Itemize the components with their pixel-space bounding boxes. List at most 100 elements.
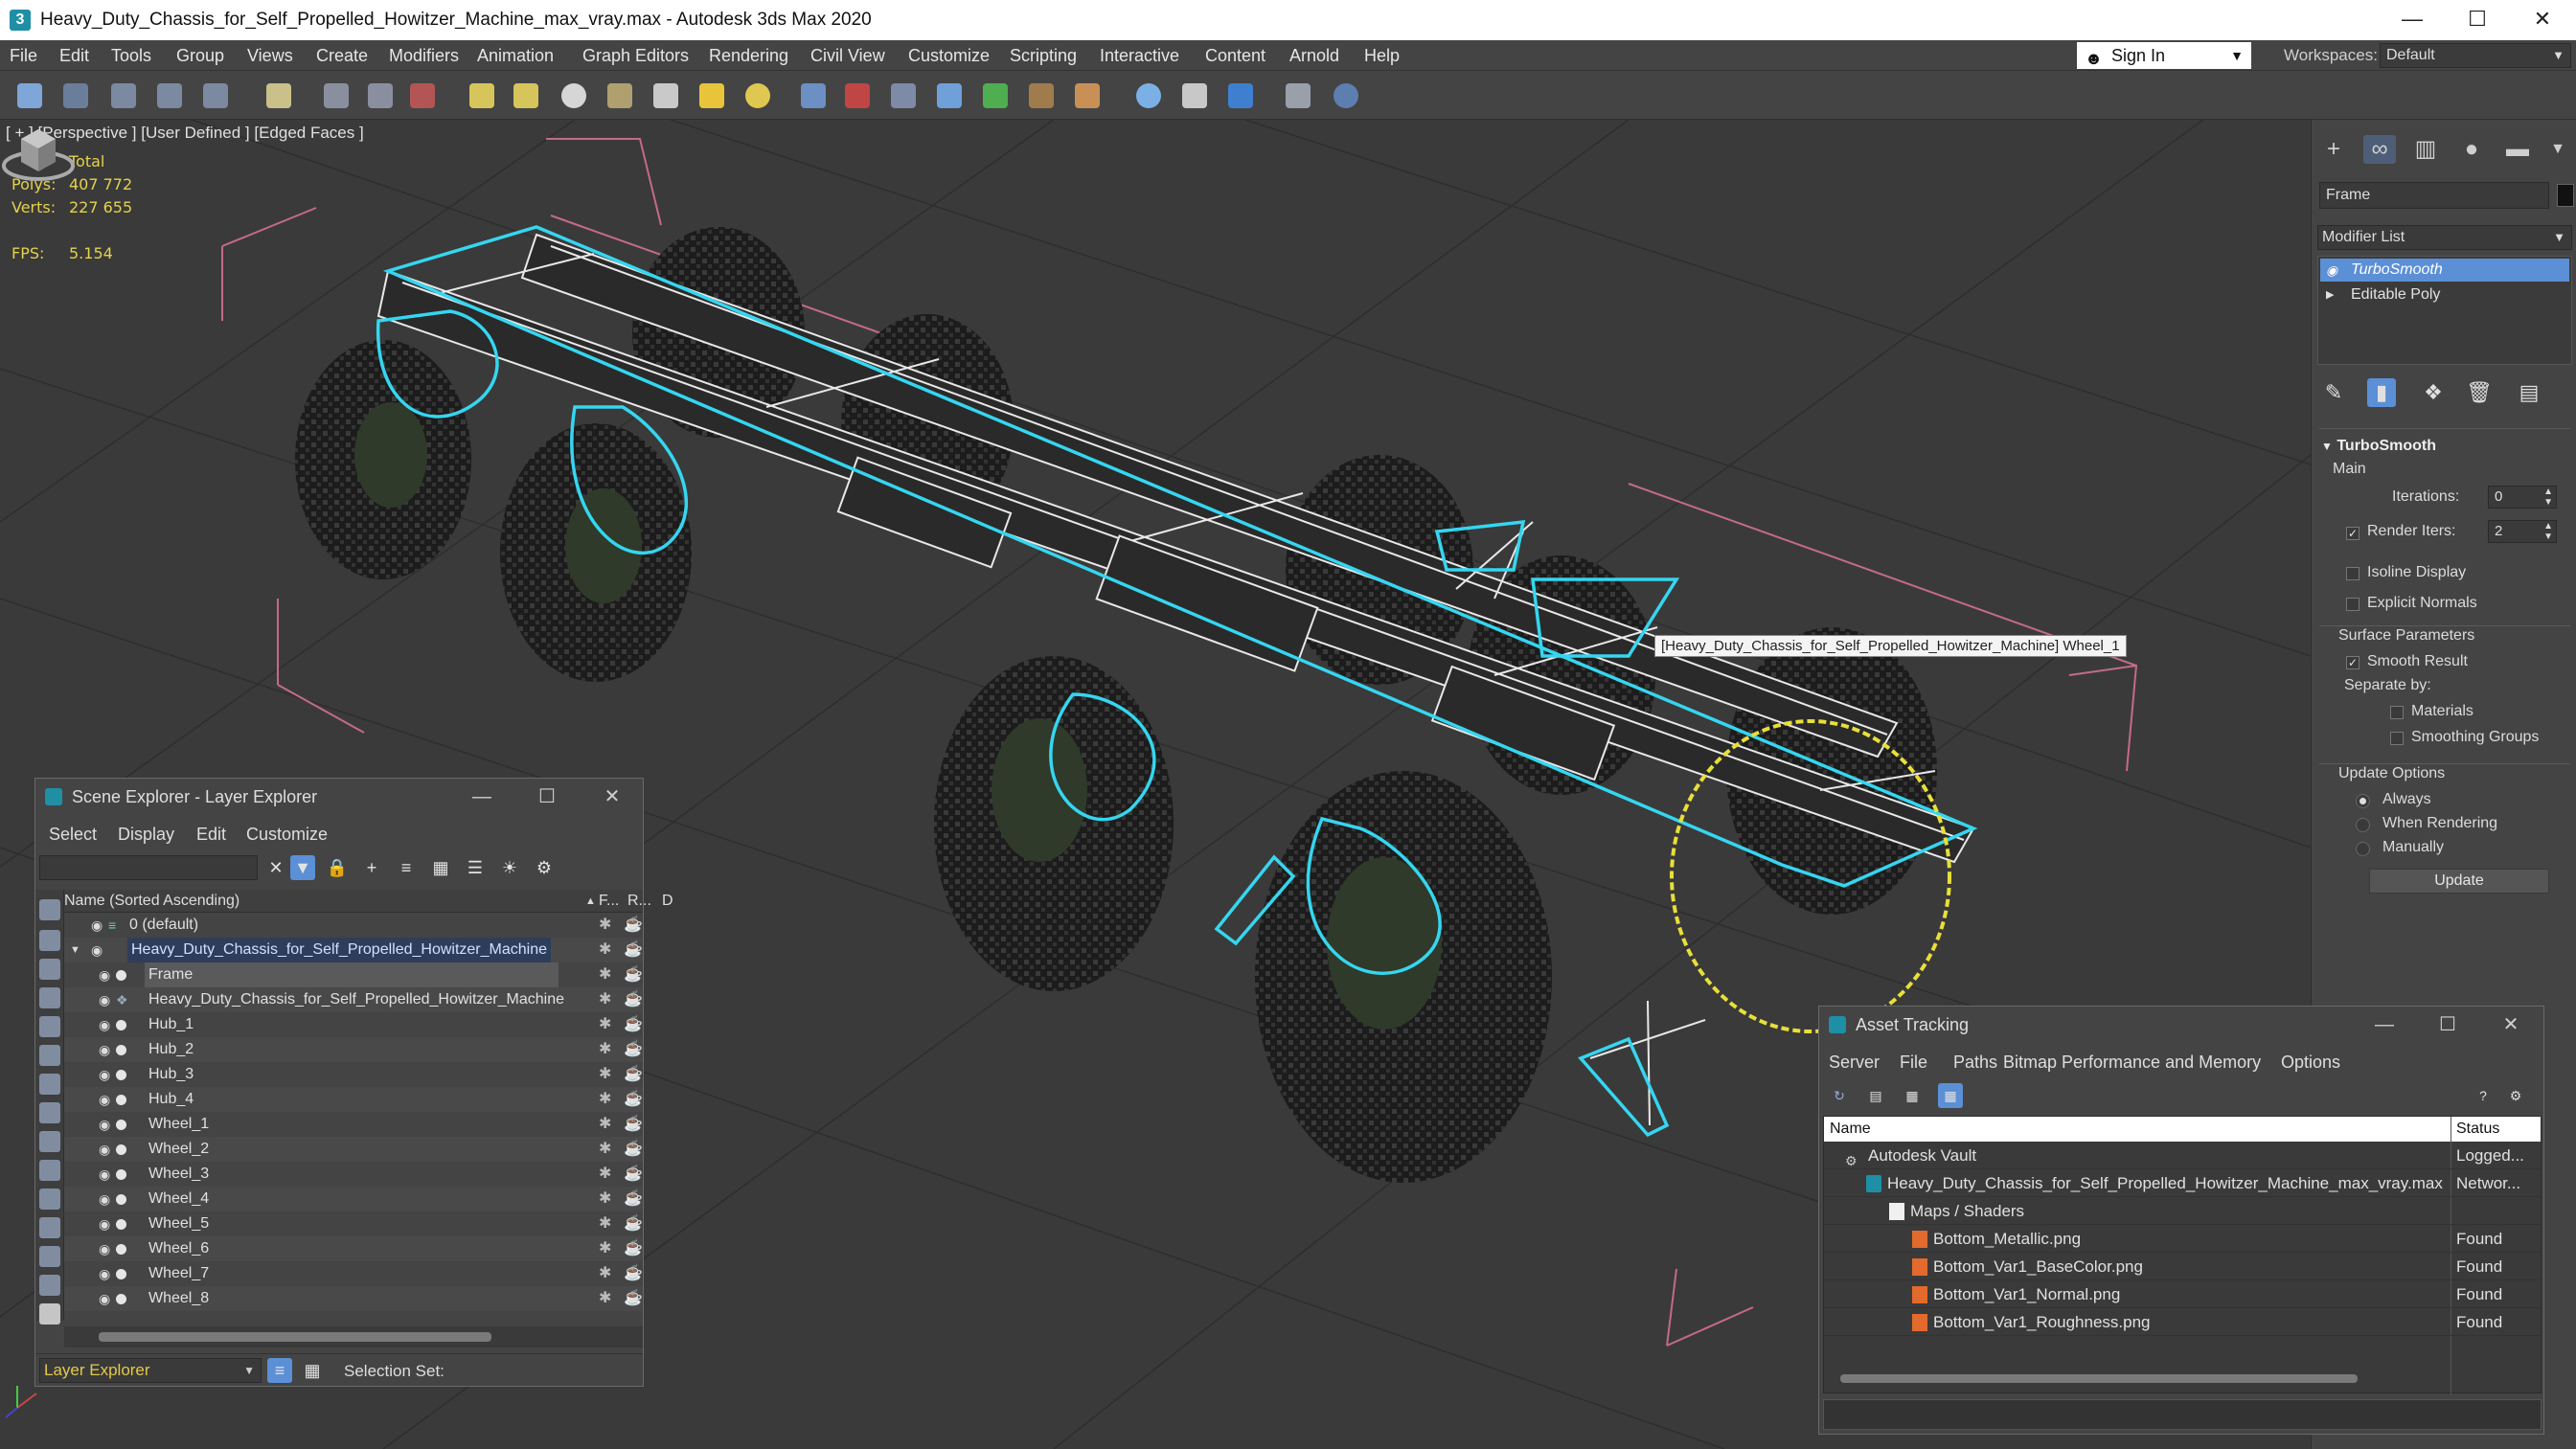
create-cone-icon[interactable] xyxy=(653,83,678,108)
settings-icon[interactable]: ⚙ xyxy=(2503,1083,2528,1108)
menu-create[interactable]: Create xyxy=(316,40,368,71)
render-teapot-icon[interactable]: ☕ xyxy=(624,938,643,962)
render-teapot-icon[interactable]: ☕ xyxy=(624,1037,643,1062)
se-menu-display[interactable]: Display xyxy=(118,825,174,845)
select-object-icon[interactable] xyxy=(324,83,349,108)
add-layer-icon[interactable]: + xyxy=(359,855,384,880)
eye-icon[interactable]: ◉ xyxy=(99,1062,110,1087)
horizontal-scrollbar[interactable] xyxy=(64,1326,643,1347)
freeze-icon[interactable]: ✱ xyxy=(599,1012,611,1037)
graphite-tools-icon[interactable] xyxy=(983,83,1008,108)
display-invert-icon[interactable] xyxy=(39,1303,60,1324)
eye-icon[interactable]: ◉ xyxy=(99,1162,110,1187)
eye-icon[interactable]: ◉ xyxy=(99,1261,110,1286)
asset-row[interactable]: ⚙ Autodesk Vault Logged... xyxy=(1824,1142,2541,1169)
tree-row[interactable]: ◉ Wheel_1 ✱ ☕ xyxy=(64,1112,643,1137)
explorer-type-select[interactable]: Layer Explorer ▼ xyxy=(39,1358,262,1383)
menu-customize[interactable]: Customize xyxy=(908,40,990,71)
menu-rendering[interactable]: Rendering xyxy=(709,40,788,71)
pin-stack-icon[interactable]: ✎ xyxy=(2319,378,2348,407)
tree-row[interactable]: ◉ Frame ✱ ☕ xyxy=(64,962,643,987)
render-teapot-icon[interactable]: ☕ xyxy=(624,1062,643,1087)
lock-icon[interactable]: 🔒 xyxy=(325,855,350,880)
search-input[interactable] xyxy=(39,855,258,880)
menu-edit[interactable]: Edit xyxy=(59,40,89,71)
configure-sets-icon[interactable]: ▤ xyxy=(2515,378,2543,407)
at-menu-server[interactable]: Server xyxy=(1829,1053,1880,1073)
menu-graph-editors[interactable]: Graph Editors xyxy=(582,40,689,71)
minimize-button[interactable]: — xyxy=(2356,1007,2413,1043)
unlink-icon[interactable] xyxy=(157,83,182,108)
link-icon[interactable] xyxy=(111,83,136,108)
freeze-icon[interactable]: ✱ xyxy=(599,1286,611,1311)
render-icon[interactable] xyxy=(1286,83,1311,108)
iterations-spinner[interactable]: 0 ▲ ▼ xyxy=(2488,486,2557,509)
spinner-arrows-icon[interactable]: ▲ ▼ xyxy=(2543,521,2553,542)
tree-row[interactable]: ◉ ❖ Heavy_Duty_Chassis_for_Self_Propelle… xyxy=(64,987,643,1012)
eye-icon[interactable]: ◉ xyxy=(99,1286,110,1311)
freeze-icon[interactable]: ✱ xyxy=(599,987,611,1012)
stack-icon[interactable]: ☰ xyxy=(463,855,488,880)
grid-view-icon[interactable]: ▦ xyxy=(1938,1083,1963,1108)
asset-row[interactable]: Maps / Shaders xyxy=(1824,1197,2541,1225)
undo-icon[interactable] xyxy=(17,83,42,108)
smoothing-groups-checkbox[interactable] xyxy=(2390,732,2404,745)
menu-animation[interactable]: Animation xyxy=(477,40,554,71)
tree-row[interactable]: ▼ ◉ Heavy_Duty_Chassis_for_Self_Propelle… xyxy=(64,938,643,962)
maximize-button[interactable]: ☐ xyxy=(2445,0,2510,40)
freeze-icon[interactable]: ✱ xyxy=(599,938,611,962)
scrollbar-thumb[interactable] xyxy=(99,1332,491,1342)
at-menu-file[interactable]: File xyxy=(1900,1053,1927,1073)
eye-icon[interactable]: ◉ xyxy=(99,987,110,1012)
display-all-icon[interactable] xyxy=(39,1246,60,1267)
display-cameras-icon[interactable] xyxy=(39,987,60,1008)
eye-icon[interactable]: ◉ xyxy=(99,1037,110,1062)
close-button[interactable]: ✕ xyxy=(2510,0,2575,40)
freeze-icon[interactable]: ✱ xyxy=(599,1211,611,1236)
column-name-header[interactable]: Name (Sorted Ascending) xyxy=(64,890,239,913)
display-hidden-icon[interactable] xyxy=(39,1217,60,1238)
eye-icon[interactable]: ◉ xyxy=(91,938,103,962)
eye-icon[interactable]: ◉ xyxy=(91,913,103,938)
menu-group[interactable]: Group xyxy=(176,40,224,71)
object-color-swatch[interactable] xyxy=(2557,184,2574,207)
layers-icon[interactable]: ≡ xyxy=(394,855,419,880)
layers-icon[interactable]: ≡ xyxy=(267,1358,292,1383)
turbosmooth-rollout-title[interactable]: ▼ TurboSmooth xyxy=(2321,438,2436,455)
display-containers-icon[interactable] xyxy=(39,1160,60,1181)
layer-manager-icon[interactable] xyxy=(937,83,962,108)
create-omni-icon[interactable] xyxy=(745,83,770,108)
create-torus-icon[interactable] xyxy=(607,83,632,108)
close-button[interactable]: ✕ xyxy=(583,779,641,815)
minimize-button[interactable]: — xyxy=(2380,0,2445,40)
render-teapot-icon[interactable]: ☕ xyxy=(624,1261,643,1286)
eye-icon[interactable]: ◉ xyxy=(99,1012,110,1037)
asset-path-field[interactable] xyxy=(1823,1399,2542,1430)
render-teapot-icon[interactable]: ☕ xyxy=(624,1012,643,1037)
menu-file[interactable]: File xyxy=(10,40,37,71)
hierarchy-tab-icon[interactable]: ▥ xyxy=(2409,135,2442,164)
asset-row[interactable]: Bottom_Metallic.png Found xyxy=(1824,1225,2541,1253)
maximize-button[interactable]: ☐ xyxy=(2419,1007,2476,1043)
freeze-icon[interactable]: ✱ xyxy=(599,1062,611,1087)
render-setup-icon[interactable] xyxy=(1182,83,1207,108)
tree-row[interactable]: ◉ ≡ 0 (default) ✱ ☕ xyxy=(64,913,643,938)
column-render-header[interactable]: R... xyxy=(627,890,651,913)
display-tab-icon[interactable]: ▬ xyxy=(2501,135,2534,164)
create-box-icon[interactable] xyxy=(469,83,494,108)
stack-item-turbosmooth[interactable]: ◉ TurboSmooth xyxy=(2320,259,2569,282)
at-menu-options[interactable]: Options xyxy=(2281,1053,2340,1073)
schematic-view-icon[interactable] xyxy=(1075,83,1100,108)
smooth-result-checkbox[interactable]: ✓ xyxy=(2346,656,2359,669)
redo-icon[interactable] xyxy=(63,83,88,108)
display-xrefs-icon[interactable] xyxy=(39,1102,60,1123)
eye-icon[interactable]: ◉ xyxy=(99,1211,110,1236)
select-move-icon[interactable] xyxy=(410,83,435,108)
freeze-icon[interactable]: ✱ xyxy=(599,1037,611,1062)
explicit-normals-checkbox[interactable] xyxy=(2346,598,2359,611)
create-tab-icon[interactable]: + xyxy=(2317,135,2350,164)
menu-modifiers[interactable]: Modifiers xyxy=(389,40,459,71)
object-name-field[interactable]: Frame xyxy=(2319,182,2549,209)
menu-arnold[interactable]: Arnold xyxy=(1289,40,1339,71)
expand-arrow-icon[interactable]: ▼ xyxy=(70,938,80,962)
